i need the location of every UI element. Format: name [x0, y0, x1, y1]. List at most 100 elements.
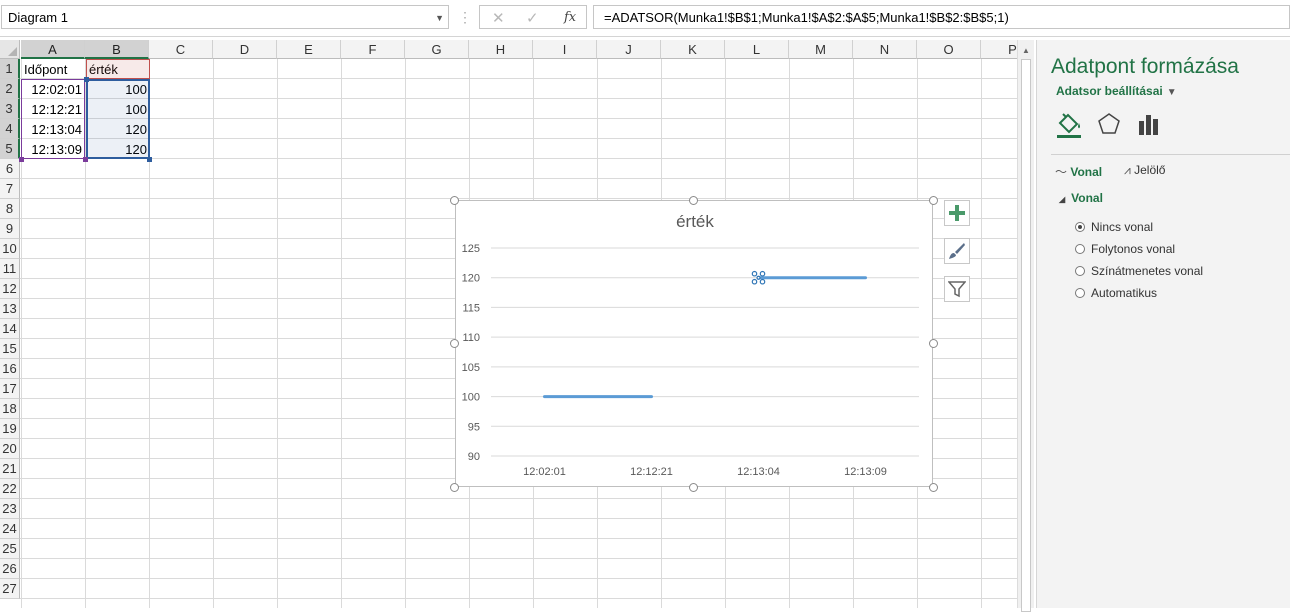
- series-options-dropdown[interactable]: Adatsor beállításai ▼: [1056, 84, 1177, 98]
- range-handle[interactable]: [19, 157, 24, 162]
- cell-B4[interactable]: 120: [86, 120, 150, 140]
- chart-styles-button[interactable]: [944, 238, 970, 264]
- range-handle[interactable]: [84, 77, 89, 82]
- chart[interactable]: érték 125 120 115 110 105 100 95 90 12:02:01 12:1…: [455, 200, 933, 487]
- selected-point-handle[interactable]: [751, 270, 758, 277]
- cell-B5[interactable]: 120: [86, 140, 150, 160]
- formula-input[interactable]: =ADATSOR(Munka1!$B$1;Munka1!$A$2:$A$5;Mu…: [593, 5, 1290, 29]
- column-header-E[interactable]: E: [277, 40, 341, 59]
- row-header-24[interactable]: 24: [0, 519, 20, 539]
- row-header-12[interactable]: 12: [0, 279, 20, 299]
- column-header-A[interactable]: A: [21, 40, 85, 59]
- column-header-P[interactable]: P: [981, 40, 1017, 59]
- row-header-4[interactable]: 4: [0, 119, 20, 139]
- chart-resize-handle[interactable]: [450, 196, 459, 205]
- insert-function-icon[interactable]: fx: [564, 10, 576, 25]
- row-header-6[interactable]: 6: [0, 159, 20, 179]
- row-header-26[interactable]: 26: [0, 559, 20, 579]
- row-header-7[interactable]: 7: [0, 179, 20, 199]
- row-header-25[interactable]: 25: [0, 539, 20, 559]
- radio-dot[interactable]: [1075, 266, 1085, 276]
- row-header-10[interactable]: 10: [0, 239, 20, 259]
- row-header-18[interactable]: 18: [0, 399, 20, 419]
- row-header-14[interactable]: 14: [0, 319, 20, 339]
- column-header-F[interactable]: F: [341, 40, 405, 59]
- radio-gradient-line[interactable]: Színátmenetes vonal: [1075, 264, 1203, 278]
- range-handle[interactable]: [147, 157, 152, 162]
- chart-resize-handle[interactable]: [450, 339, 459, 348]
- column-header-N[interactable]: N: [853, 40, 917, 59]
- tab-marker[interactable]: ⩘ Jelölő: [1124, 163, 1165, 178]
- radio-automatic[interactable]: Automatikus: [1075, 286, 1157, 300]
- column-header-G[interactable]: G: [405, 40, 469, 59]
- radio-no-line[interactable]: Nincs vonal: [1075, 220, 1153, 234]
- radio-dot[interactable]: [1075, 222, 1085, 232]
- cell-B3[interactable]: 100: [86, 100, 150, 120]
- row-header-21[interactable]: 21: [0, 459, 20, 479]
- row-header-15[interactable]: 15: [0, 339, 20, 359]
- scroll-thumb[interactable]: [1021, 59, 1031, 612]
- chart-filters-button[interactable]: [944, 276, 970, 302]
- cancel-icon[interactable]: ✕: [492, 9, 505, 27]
- cell-A3[interactable]: 12:12:21: [21, 100, 85, 120]
- range-handle[interactable]: [83, 157, 88, 162]
- column-header-J[interactable]: J: [597, 40, 661, 59]
- column-header-H[interactable]: H: [469, 40, 533, 59]
- confirm-icon[interactable]: ✓: [526, 9, 539, 27]
- row-header-22[interactable]: 22: [0, 479, 20, 499]
- column-header-B[interactable]: B: [85, 40, 149, 59]
- radio-dot[interactable]: [1075, 288, 1085, 298]
- chart-resize-handle[interactable]: [689, 483, 698, 492]
- row-header-8[interactable]: 8: [0, 199, 20, 219]
- row-header-16[interactable]: 16: [0, 359, 20, 379]
- column-header-M[interactable]: M: [789, 40, 853, 59]
- row-header-1[interactable]: 1: [0, 59, 20, 79]
- cell-A2[interactable]: 12:02:01: [21, 80, 85, 100]
- name-box[interactable]: Diagram 1 ▼: [1, 5, 449, 29]
- chart-elements-button[interactable]: [944, 200, 970, 226]
- row-header-17[interactable]: 17: [0, 379, 20, 399]
- column-header-O[interactable]: O: [917, 40, 981, 59]
- chart-resize-handle[interactable]: [929, 339, 938, 348]
- tab-line[interactable]: 〜 Vonal: [1055, 163, 1102, 180]
- series-options-icon[interactable]: [1136, 111, 1162, 139]
- cell-B1[interactable]: érték: [86, 60, 150, 80]
- row-header-27[interactable]: 27: [0, 579, 20, 599]
- line-section-header[interactable]: ◢ Vonal: [1059, 191, 1103, 205]
- row-header-5[interactable]: 5: [0, 139, 20, 159]
- cell-A1[interactable]: Időpont: [21, 60, 85, 80]
- chevron-down-icon[interactable]: ▼: [435, 13, 444, 23]
- cell-B2[interactable]: 100: [86, 80, 150, 100]
- column-header-K[interactable]: K: [661, 40, 725, 59]
- row-header-19[interactable]: 19: [0, 419, 20, 439]
- effects-icon[interactable]: [1096, 111, 1122, 139]
- row-header-2[interactable]: 2: [0, 79, 20, 99]
- fill-line-icon[interactable]: [1056, 111, 1082, 139]
- selected-point-handle[interactable]: [759, 278, 766, 285]
- row-header-23[interactable]: 23: [0, 499, 20, 519]
- column-header-L[interactable]: L: [725, 40, 789, 59]
- cell-A4[interactable]: 12:13:04: [21, 120, 85, 140]
- row-header-3[interactable]: 3: [0, 99, 20, 119]
- chart-resize-handle[interactable]: [689, 196, 698, 205]
- select-all-button[interactable]: [0, 40, 20, 59]
- chart-resize-handle[interactable]: [929, 483, 938, 492]
- column-header-D[interactable]: D: [213, 40, 277, 59]
- selected-point-handle[interactable]: [751, 278, 758, 285]
- chart-plot[interactable]: 125 120 115 110 105 100 95 90 12:02:01 12:12:21 12…: [456, 201, 934, 488]
- scroll-up-icon[interactable]: ▲: [1022, 46, 1030, 55]
- selected-point-handle[interactable]: [759, 270, 766, 277]
- drag-handle-icon[interactable]: ⋮: [458, 9, 472, 26]
- row-header-11[interactable]: 11: [0, 259, 20, 279]
- column-header-C[interactable]: C: [149, 40, 213, 59]
- chart-resize-handle[interactable]: [450, 483, 459, 492]
- selected-point-handle[interactable]: [756, 275, 761, 280]
- radio-solid-line[interactable]: Folytonos vonal: [1075, 242, 1175, 256]
- cell-A5[interactable]: 12:13:09: [21, 140, 85, 160]
- row-header-20[interactable]: 20: [0, 439, 20, 459]
- vertical-scrollbar[interactable]: ▲: [1017, 40, 1034, 612]
- chart-resize-handle[interactable]: [929, 196, 938, 205]
- column-header-I[interactable]: I: [533, 40, 597, 59]
- row-header-9[interactable]: 9: [0, 219, 20, 239]
- row-header-13[interactable]: 13: [0, 299, 20, 319]
